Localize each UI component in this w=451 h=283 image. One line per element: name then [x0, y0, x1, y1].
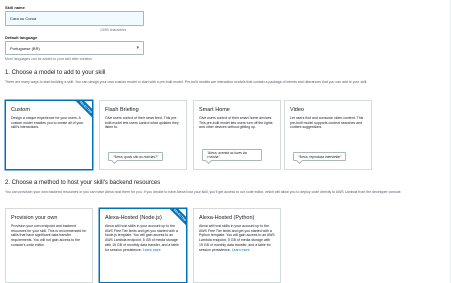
section-hosting-description: You can provision your own backend resou…: [5, 190, 402, 194]
model-card-smart-home[interactable]: Smart Home Give users control of their s…: [193, 100, 281, 170]
card-description: Let users find and consume video content…: [290, 116, 364, 130]
model-card-custom[interactable]: SELECTED Custom Design a unique experien…: [5, 100, 93, 170]
card-description: Alexa will host skills in your account u…: [105, 224, 181, 252]
card-title: Flash Briefing: [105, 107, 139, 113]
card-title: Alexa-Hosted (Python): [199, 215, 255, 221]
example-utterance: "Alexa, reproduza interstellar": [293, 152, 347, 161]
card-title: Provision your own: [11, 215, 58, 221]
card-title: Video: [290, 107, 304, 113]
example-utterance: "Alexa, acenda as luzes da cozinha": [202, 149, 262, 161]
skill-name-label: Skill name: [5, 5, 25, 10]
hosting-card-alexa-nodejs[interactable]: SELECTED Alexa-Hosted (Node.js) Alexa wi…: [99, 208, 187, 283]
section-hosting-title: 2. Choose a method to host your skill's …: [5, 180, 161, 186]
card-title: Alexa-Hosted (Node.js): [105, 215, 162, 221]
learn-more-link[interactable]: Learn more: [143, 248, 161, 252]
card-description: Give users control of their news feed. T…: [105, 116, 179, 130]
char-count: 13/50 characters: [100, 28, 127, 32]
skill-name-input[interactable]: Cara ou Coroa: [5, 11, 144, 26]
model-card-video[interactable]: Video Let users find and consume video c…: [284, 100, 372, 170]
card-description: Provision your own endpoint and backend …: [11, 224, 87, 247]
language-hint: More languages can be added to your skil…: [5, 57, 93, 61]
card-description: Alexa will host skills in your account u…: [199, 224, 275, 252]
section-model-description: There are many ways to start building a …: [5, 80, 368, 84]
model-card-flash-briefing[interactable]: Flash Briefing Give users control of the…: [99, 100, 187, 170]
card-description: Design a unique experience for your user…: [11, 116, 84, 130]
learn-more-link[interactable]: Learn more: [232, 248, 250, 252]
default-language-label: Default language: [5, 35, 38, 40]
language-select[interactable]: Portuguese (BR) ▾: [5, 41, 144, 55]
card-description: Give users control of their smart home d…: [199, 116, 273, 130]
card-title: Custom: [11, 107, 30, 113]
language-selected-value: Portuguese (BR): [10, 45, 40, 51]
section-model-title: 1. Choose a model to add to your skill: [5, 70, 106, 76]
chevron-down-icon: ▾: [136, 45, 139, 51]
hosting-card-alexa-python[interactable]: Alexa-Hosted (Python) Alexa will host sk…: [193, 208, 281, 283]
example-utterance: "Alexa, quais são as notícias?": [108, 152, 164, 161]
hosting-card-provision-own[interactable]: Provision your own Provision your own en…: [5, 208, 93, 283]
card-title: Smart Home: [199, 107, 230, 113]
